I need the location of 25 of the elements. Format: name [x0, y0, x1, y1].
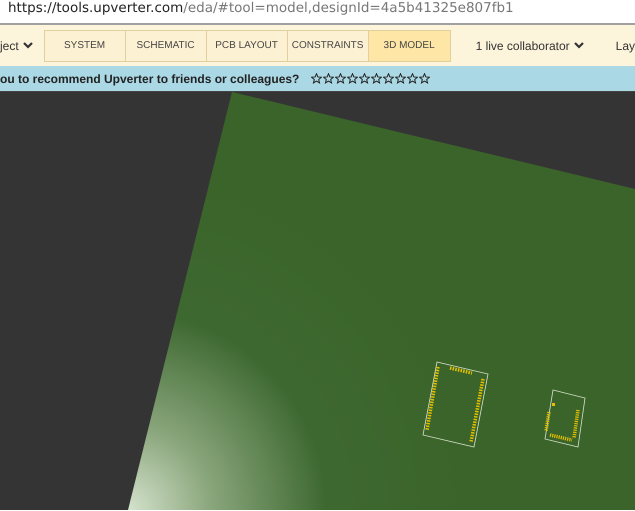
- tab[interactable]: CONSTRAINTS: [288, 30, 369, 60]
- 3d-viewport[interactable]: [0, 92, 635, 510]
- star-icon[interactable]: [311, 73, 322, 84]
- star-icon[interactable]: [419, 73, 430, 84]
- collaborators-menu[interactable]: 1 live collaborator: [476, 38, 584, 52]
- star-icon[interactable]: [371, 73, 382, 84]
- star-icon[interactable]: [407, 73, 418, 84]
- star-rating[interactable]: [311, 73, 430, 84]
- tab[interactable]: SYSTEM: [44, 30, 126, 60]
- tab[interactable]: SCHEMATIC: [126, 30, 207, 60]
- project-menu[interactable]: ject: [0, 38, 44, 52]
- component-footprint-drawing: [544, 390, 586, 448]
- chevron-down-icon: [22, 42, 33, 49]
- star-icon[interactable]: [383, 73, 394, 84]
- address-bar[interactable]: https://tools.upverter.com/eda/#tool=model,designId=4a5b41325e807fb1: [0, 0, 635, 25]
- tab[interactable]: 3D MODEL: [368, 30, 450, 60]
- star-icon[interactable]: [359, 73, 370, 84]
- chevron-down-icon: [574, 42, 584, 49]
- star-icon[interactable]: [323, 73, 334, 84]
- survey-question: ou to recommend Upverter to friends or colleagues?: [0, 72, 300, 86]
- star-icon[interactable]: [347, 73, 358, 84]
- star-icon[interactable]: [335, 73, 346, 84]
- tab[interactable]: PCB LAYOUT: [206, 30, 288, 60]
- star-icon[interactable]: [395, 73, 406, 84]
- layout-menu[interactable]: Lay: [616, 38, 635, 52]
